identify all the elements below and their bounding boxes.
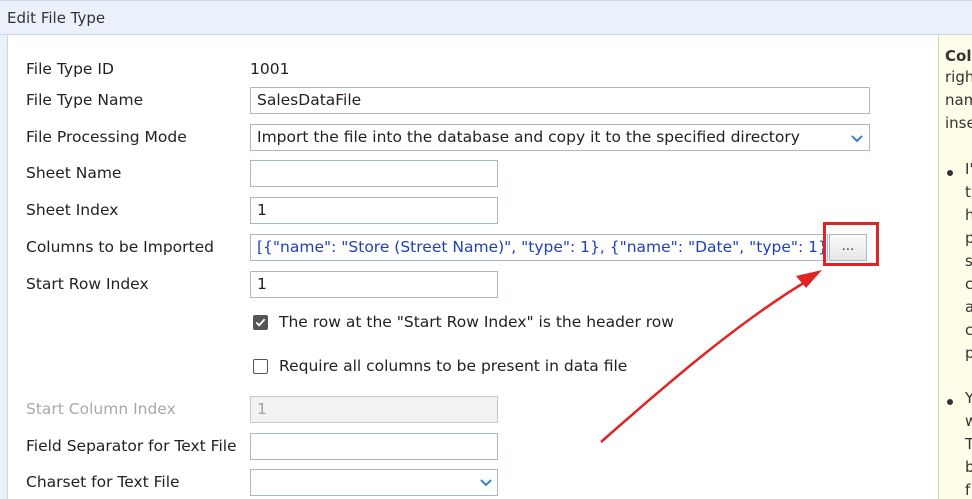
help-line: c [965, 321, 972, 339]
help-line: Y [965, 389, 972, 407]
dialog-title: Edit File Type [7, 9, 106, 27]
help-line: nam [945, 91, 972, 109]
start-row-index-label: Start Row Index [26, 275, 149, 293]
charset-select[interactable] [250, 469, 498, 496]
start-column-index-input: 1 [250, 396, 498, 423]
help-line: I' [965, 160, 972, 178]
row-sheet-index: Sheet Index 1 [26, 197, 876, 225]
check-icon [255, 318, 266, 327]
row-sheet-name: Sheet Name [26, 160, 876, 188]
row-file-type-id: File Type ID 1001 [26, 56, 876, 84]
help-line: a [965, 298, 972, 316]
help-line: t [965, 183, 971, 201]
header-row-checkbox-label: The row at the "Start Row Index" is the … [279, 313, 674, 331]
file-processing-mode-select[interactable]: Import the file into the database and co… [250, 124, 870, 151]
field-separator-input[interactable] [250, 433, 498, 460]
file-type-id-value: 1001 [250, 60, 290, 78]
row-columns-to-import: Columns to be Imported [{"name": "Store … [26, 234, 906, 262]
charset-label: Charset for Text File [26, 473, 180, 491]
row-field-separator: Field Separator for Text File [26, 433, 876, 461]
help-line: p [965, 344, 972, 362]
sheet-name-input[interactable] [250, 160, 498, 187]
help-line: T [965, 435, 972, 453]
bullet-icon [947, 399, 953, 405]
chevron-down-icon[interactable] [847, 128, 867, 148]
help-line: righ [945, 68, 972, 86]
row-charset: Charset for Text File [26, 469, 876, 497]
columns-to-import-label: Columns to be Imported [26, 238, 214, 256]
help-line: h [965, 206, 972, 224]
help-line: f [965, 481, 971, 499]
require-columns-checkbox-label: Require all columns to be present in dat… [279, 357, 628, 375]
field-separator-label: Field Separator for Text File [26, 437, 237, 455]
start-row-index-input[interactable]: 1 [250, 271, 498, 298]
help-line: w [965, 412, 972, 430]
start-column-index-label: Start Column Index [26, 400, 176, 418]
help-heading: Col [945, 47, 972, 65]
row-file-processing-mode: File Processing Mode Import the file int… [26, 124, 876, 152]
help-line: inse [945, 114, 972, 132]
require-columns-checkbox[interactable] [253, 359, 268, 374]
bullet-icon [947, 170, 953, 176]
file-processing-mode-value: Import the file into the database and co… [257, 128, 800, 146]
file-type-name-input[interactable]: SalesDataFile [250, 87, 870, 114]
help-panel: Col righ nam inse I' t h p s c a c p Y w… [938, 35, 972, 499]
sheet-index-input[interactable]: 1 [250, 197, 498, 224]
annotation-highlight-box [823, 222, 879, 266]
file-processing-mode-label: File Processing Mode [26, 128, 187, 146]
row-start-column-index: Start Column Index 1 [26, 396, 876, 424]
file-type-name-label: File Type Name [26, 91, 144, 109]
help-line: p [965, 229, 972, 247]
row-file-type-name: File Type Name SalesDataFile [26, 87, 876, 115]
help-line: c [965, 275, 972, 293]
dialog-left-border [0, 35, 8, 499]
help-line: s [965, 252, 972, 270]
sheet-name-label: Sheet Name [26, 164, 122, 182]
header-row-checkbox[interactable] [253, 315, 268, 330]
file-type-id-label: File Type ID [26, 60, 114, 78]
help-line: b [965, 458, 972, 476]
row-start-row-index: Start Row Index 1 [26, 271, 876, 299]
dialog-titlebar: Edit File Type [0, 0, 972, 35]
sheet-index-label: Sheet Index [26, 201, 119, 219]
charset-chevron-down-icon[interactable] [476, 472, 496, 492]
columns-to-import-input[interactable]: [{"name": "Store (Street Name)", "type":… [250, 234, 828, 261]
